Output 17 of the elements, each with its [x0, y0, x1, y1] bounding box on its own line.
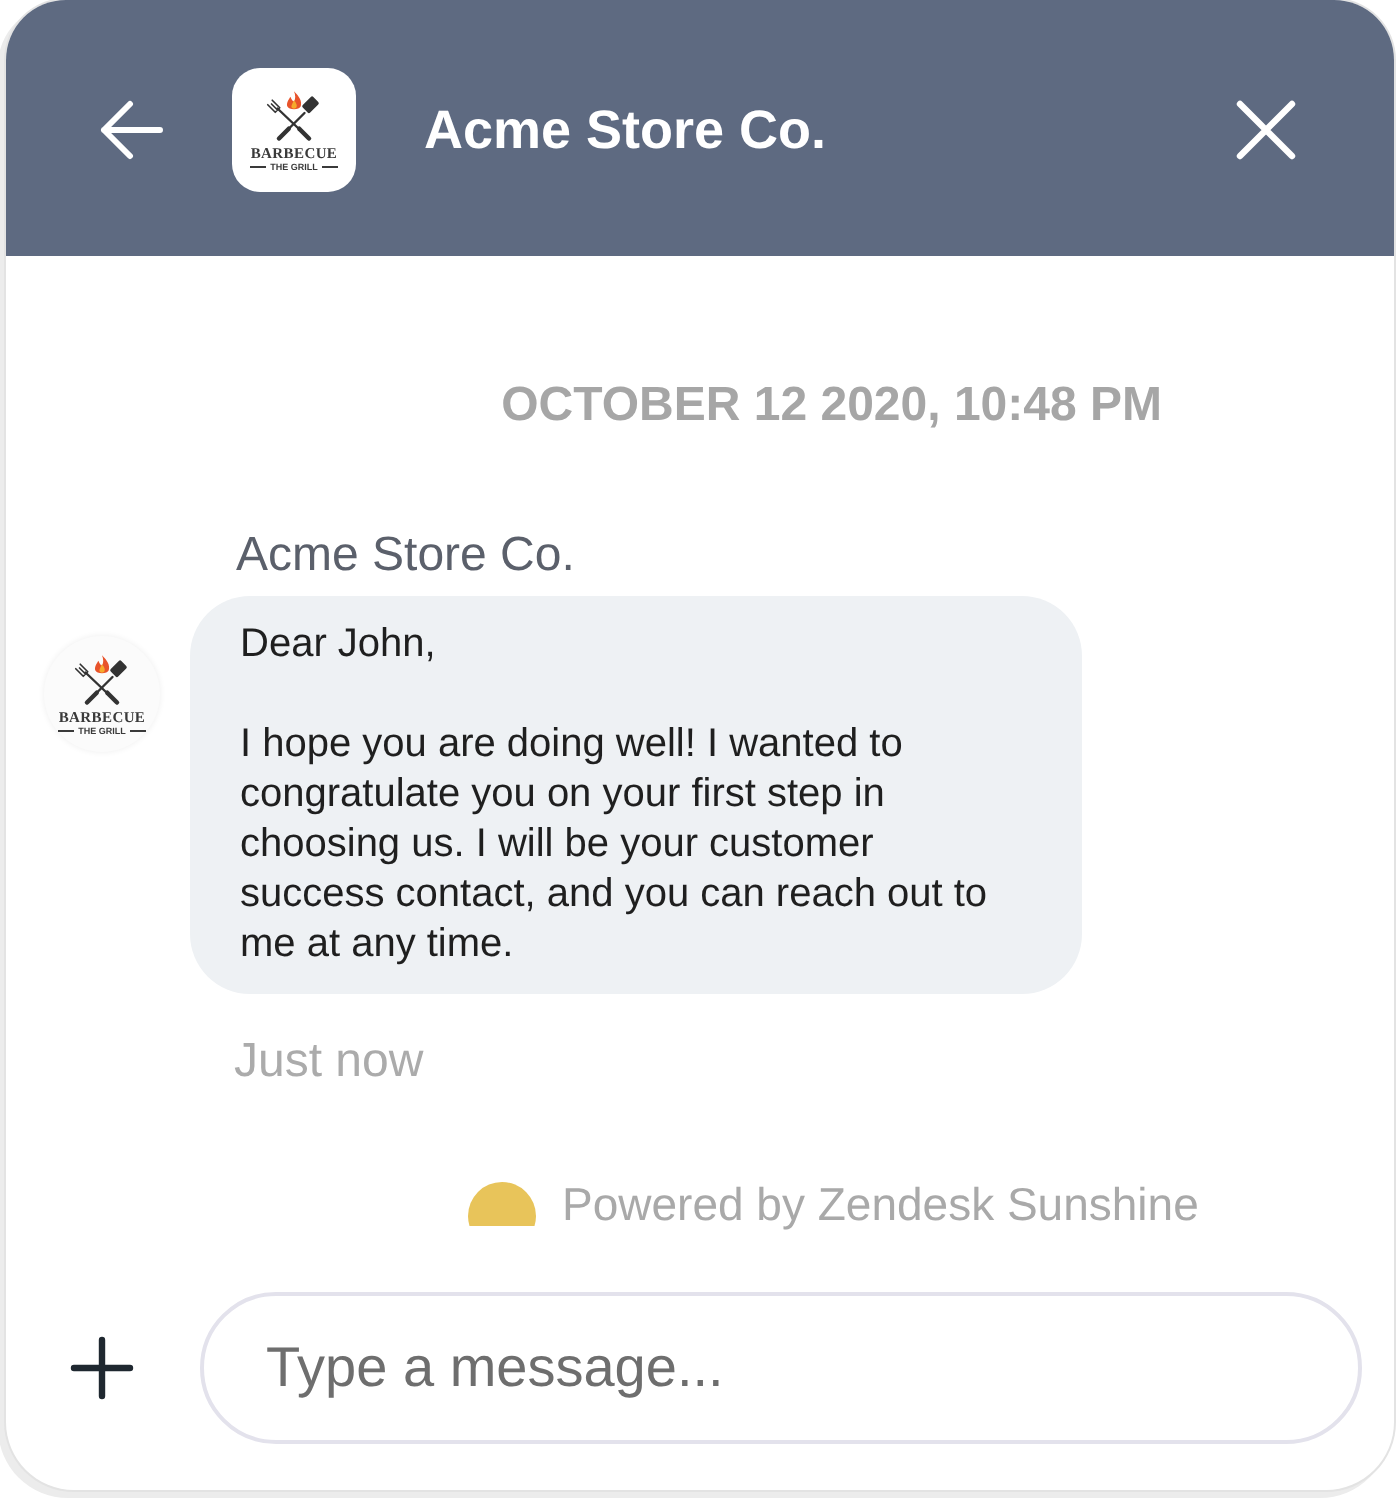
back-arrow-icon — [100, 100, 164, 160]
store-name: Acme Store Co. — [424, 98, 829, 164]
sun-icon — [468, 1182, 536, 1226]
plus-icon — [70, 1336, 134, 1400]
close-button[interactable] — [1236, 100, 1296, 160]
sender-name: Acme Store Co. — [236, 526, 575, 586]
grill-tools-icon — [264, 90, 324, 142]
message-text: Dear John, — [240, 620, 438, 670]
message-input[interactable]: Type a message... — [200, 1292, 1362, 1444]
close-icon — [1236, 100, 1296, 160]
back-button[interactable] — [100, 100, 164, 160]
message-time: Just now — [234, 1032, 424, 1092]
grill-tools-icon — [72, 654, 132, 706]
date-label: OCTOBER 12 2020, 10:48 PM — [501, 376, 1162, 436]
add-button[interactable] — [70, 1336, 134, 1400]
message-text: I hope you are doing well! I wanted to congratulate you on your first step in choosing us. I will be your customer success contact, and you can reach out to me at any time. — [240, 720, 990, 970]
powered-by-text: Powered by Zendesk Sunshine — [562, 1176, 1199, 1234]
